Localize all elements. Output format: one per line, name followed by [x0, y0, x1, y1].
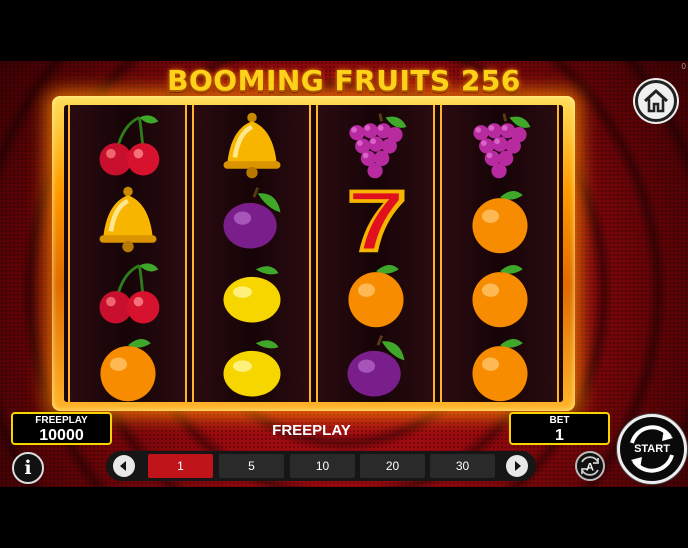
cherry-symbol-icon [90, 257, 166, 331]
bet-selector: 1 5 10 20 30 [106, 451, 536, 481]
orange-symbol-icon [338, 257, 414, 331]
reel-3 [316, 105, 435, 402]
bet-option-30[interactable]: 30 [430, 454, 495, 478]
bet-option-1[interactable]: 1 [148, 454, 213, 478]
reel-1 [68, 105, 187, 402]
seven-symbol-icon [338, 183, 414, 257]
balance-label: FREEPLAY [35, 415, 88, 426]
orange-symbol-icon [462, 331, 538, 405]
grapes-symbol-icon [338, 109, 414, 183]
left-arrow-icon [120, 461, 126, 471]
status-text: FREEPLAY [272, 422, 351, 439]
reels-area [64, 105, 563, 402]
reels-frame [52, 96, 575, 411]
home-icon [643, 89, 669, 113]
bell-symbol-icon [90, 183, 166, 257]
info-icon: i [24, 457, 32, 479]
bottom-bar [0, 487, 688, 548]
plum-symbol-icon [214, 183, 290, 257]
start-button[interactable]: START [617, 414, 687, 484]
start-label: START [634, 443, 670, 455]
lemon-symbol-icon [214, 257, 290, 331]
bet-prev-button[interactable] [113, 455, 135, 477]
bet-value: 1 [555, 427, 564, 444]
bet-option-5[interactable]: 5 [219, 454, 284, 478]
orange-symbol-icon [462, 257, 538, 331]
bet-option-10[interactable]: 10 [290, 454, 355, 478]
bet-label: BET [549, 415, 570, 426]
grapes-symbol-icon [462, 109, 538, 183]
autoplay-letter: A [586, 462, 594, 474]
right-arrow-icon [515, 461, 521, 471]
balance-panel: FREEPLAY 10000 [11, 412, 112, 445]
autoplay-button[interactable]: A [575, 451, 605, 481]
cherry-symbol-icon [90, 109, 166, 183]
autoplay-icon: A [581, 456, 599, 476]
bet-next-button[interactable] [506, 455, 528, 477]
info-button[interactable]: i [12, 452, 44, 484]
orange-symbol-icon [90, 331, 166, 405]
reel-2 [192, 105, 311, 402]
game-title: BOOMING FRUITS 256 [167, 64, 521, 97]
bet-option-20[interactable]: 20 [360, 454, 425, 478]
bet-panel: BET 1 [509, 412, 610, 445]
orange-symbol-icon [462, 183, 538, 257]
bell-symbol-icon [214, 109, 290, 183]
lemon-symbol-icon [214, 331, 290, 405]
balance-value: 10000 [39, 427, 84, 444]
reel-4 [440, 105, 559, 402]
plum-symbol-icon [338, 331, 414, 405]
home-button[interactable] [635, 80, 677, 122]
